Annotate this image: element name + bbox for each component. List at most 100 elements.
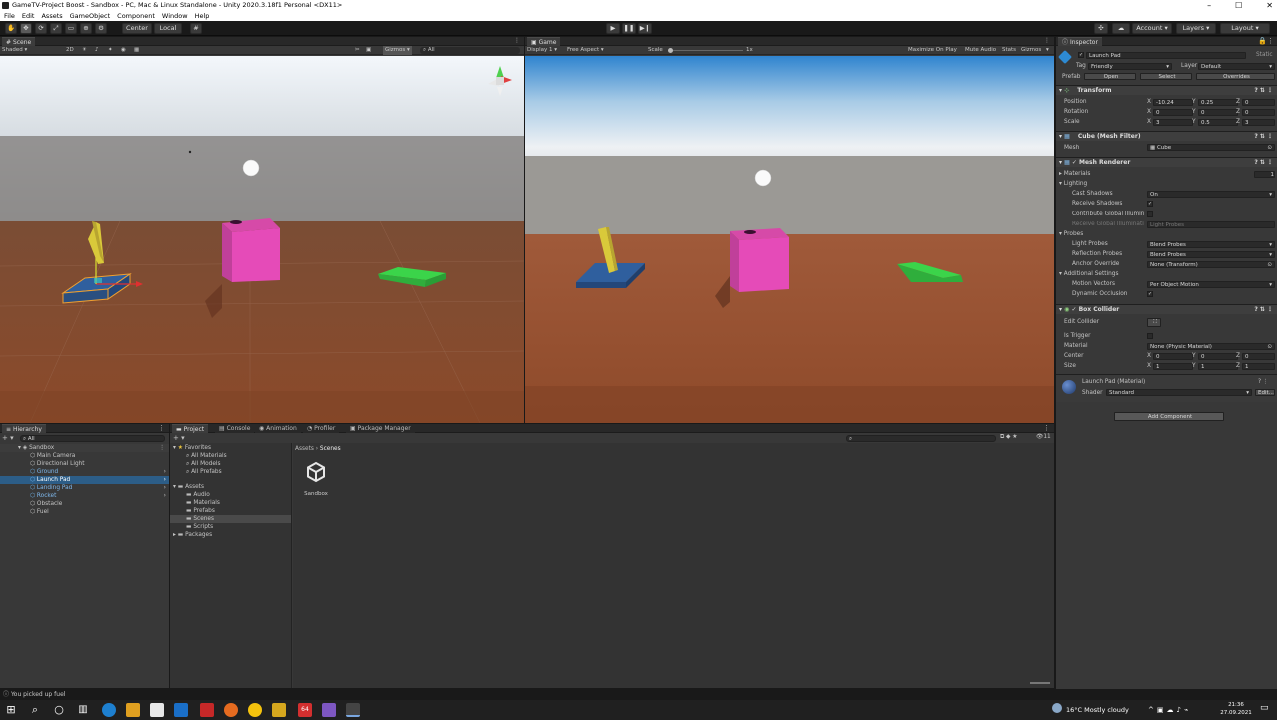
component-enabled-check[interactable]: ✓ [1071,306,1076,313]
firefox-icon[interactable] [224,703,238,717]
panel-menu-icon[interactable]: ⋮ [514,37,520,44]
minimize-button[interactable]: – [1207,0,1211,11]
toggle-2d-button[interactable]: 2D [66,46,74,55]
tab-inspector[interactable]: ⓘ Inspector [1058,37,1102,46]
hierarchy-item[interactable]: ⬡ Directional Light [0,460,169,468]
pivot-center-toggle[interactable]: Center [122,23,152,34]
edit-collider-button[interactable]: ⛶ [1147,318,1161,327]
tab-package-manager[interactable]: ▣ Package Manager [346,424,415,433]
component-menu-icon[interactable]: ? ⇅ ⋮ [1254,305,1273,314]
chevron-right-icon[interactable]: › [164,476,166,484]
menu-help[interactable]: Help [195,11,210,21]
breadcrumb-scenes[interactable]: Scenes [320,446,341,452]
inspector-menu-icon[interactable]: ⋮ [1267,37,1274,45]
play-button[interactable]: ▶ [606,23,620,34]
project-search-input[interactable]: ⌕ [846,435,996,442]
tools-icon[interactable]: ✂ [355,46,360,55]
menu-gameobject[interactable]: GameObject [70,11,111,21]
receive-shadows-checkbox[interactable]: ✓ [1147,201,1153,207]
tab-scene[interactable]: # Scene [2,37,36,46]
anchor-override-field[interactable]: None (Transform) ⊙ [1147,261,1275,268]
rect-tool-icon[interactable]: ▭ [65,23,77,34]
transform-tool-icon[interactable]: ⊕ [80,23,92,34]
tag-dropdown[interactable]: Friendly ▾ [1088,63,1172,70]
size-x-field[interactable]: 1 [1153,363,1193,370]
notification-icon[interactable]: ▭ [1260,703,1269,713]
contribute-gi-checkbox[interactable] [1147,211,1153,217]
store-icon[interactable] [150,703,164,717]
collab-icon[interactable]: ✣ [1094,23,1108,34]
materials-foldout[interactable]: ▸ Materials [1059,171,1090,177]
hierarchy-menu-icon[interactable]: ⋮ [158,424,165,432]
app-icon[interactable] [272,703,286,717]
chevron-right-icon[interactable]: › [164,492,166,500]
hierarchy-item[interactable]: ⬡ Main Camera [0,452,169,460]
search-icon[interactable]: ⌕ [28,703,42,717]
hierarchy-item[interactable]: ⬡ Ground › [0,468,169,476]
move-tool-icon[interactable]: ✥ [20,23,32,34]
menu-edit[interactable]: Edit [22,11,35,21]
filter-icons[interactable]: ⧉ ◆ ★ [1000,434,1017,441]
scale-slider-handle[interactable] [668,48,673,53]
component-menu-icon[interactable]: ? ⇅ ⋮ [1254,132,1273,141]
material-menu-icon[interactable]: ? ⋮ [1258,379,1269,385]
favorites-row[interactable]: ▾ ★ Favorites [170,444,291,452]
hierarchy-item[interactable]: ⬡ Obstacle [0,500,169,508]
layout-dropdown[interactable]: Layout ▾ [1220,23,1270,34]
maximize-button[interactable]: ☐ [1235,0,1242,11]
clock-time[interactable]: 21:36 [1224,702,1248,708]
office-icon[interactable] [200,703,214,717]
close-button[interactable]: ✕ [1266,0,1273,11]
weather-text[interactable]: 16°C Mostly cloudy [1066,700,1129,720]
mail-icon[interactable] [174,703,188,717]
component-menu-icon[interactable]: ? ⇅ ⋮ [1254,86,1273,95]
component-menu-icon[interactable]: ? ⇅ ⋮ [1254,158,1273,167]
game-gizmos-dropdown-arrow[interactable]: ▾ [1046,46,1049,55]
static-label[interactable]: Static [1256,52,1273,58]
game-gizmos-toggle[interactable]: Gizmos [1021,46,1041,55]
tab-console[interactable]: ▤ Console [215,424,255,433]
menu-component[interactable]: Component [117,11,155,21]
favorite-item[interactable]: ⌕ All Models [170,460,291,468]
camera-icon[interactable]: ▣ [366,46,371,55]
stats-toggle[interactable]: Stats [1002,46,1016,55]
scene-menu-icon[interactable]: ⋮ [159,444,165,452]
custom-tool-icon[interactable]: ⚙ [95,23,107,34]
add-component-button[interactable]: Add Component [1114,412,1224,421]
tab-profiler[interactable]: ◔ Profiler [303,424,340,433]
scene-viewport[interactable] [0,56,524,423]
dynamic-occlusion-checkbox[interactable]: ✓ [1147,291,1153,297]
mesh-renderer-header[interactable]: ▾ ▦ ✓ Mesh Renderer ? ⇅ ⋮ [1056,157,1277,167]
pause-button[interactable]: ❚❚ [622,23,636,34]
scale-x-field[interactable]: 3 [1153,119,1193,126]
scene-asset-tile[interactable]: Sandbox [301,461,331,505]
grid-icon[interactable]: ▦ [134,46,139,55]
mute-audio-toggle[interactable]: Mute Audio [965,46,996,55]
tab-game[interactable]: ▣ Game [527,37,561,46]
add-object-button[interactable]: + ▾ [2,434,14,442]
hidden-objects-icon[interactable]: ◉ [121,46,126,55]
visual-studio-icon[interactable] [322,703,336,717]
display-dropdown[interactable]: Display 1 ▾ [527,46,557,55]
prefab-open-button[interactable]: Open [1084,73,1136,80]
collider-material-field[interactable]: None (Physic Material) ⊙ [1147,343,1275,350]
unity-taskbar-icon[interactable] [346,703,360,717]
position-z-field[interactable]: 0 [1242,99,1275,106]
lock-icon[interactable]: 🔒 [1258,37,1267,45]
mesh-field[interactable]: ▦ Cube ⊙ [1147,144,1275,151]
hierarchy-item[interactable]: ⬡ Fuel [0,508,169,516]
hierarchy-item[interactable]: ⬡ Landing Pad › [0,484,169,492]
scale-y-field[interactable]: 0.5 [1198,119,1238,126]
aspect-dropdown[interactable]: Free Aspect ▾ [567,46,604,55]
prefab-overrides-button[interactable]: Overrides [1196,73,1275,80]
mesh-filter-header[interactable]: ▾ ▦ Cube (Mesh Filter) ? ⇅ ⋮ [1056,131,1277,141]
hierarchy-search-input[interactable]: ⌕ All [20,435,165,442]
folder-row[interactable]: ▬ Audio [170,491,291,499]
shading-mode-dropdown[interactable]: Shaded ▾ [2,46,27,55]
favorite-item[interactable]: ⌕ All Materials [170,452,291,460]
pivot-local-toggle[interactable]: Local [154,23,182,34]
step-button[interactable]: ▶❙ [638,23,652,34]
scale-tool-icon[interactable]: ⤢ [50,23,62,34]
center-x-field[interactable]: 0 [1153,353,1193,360]
tab-project[interactable]: ▬ Project [172,424,209,433]
